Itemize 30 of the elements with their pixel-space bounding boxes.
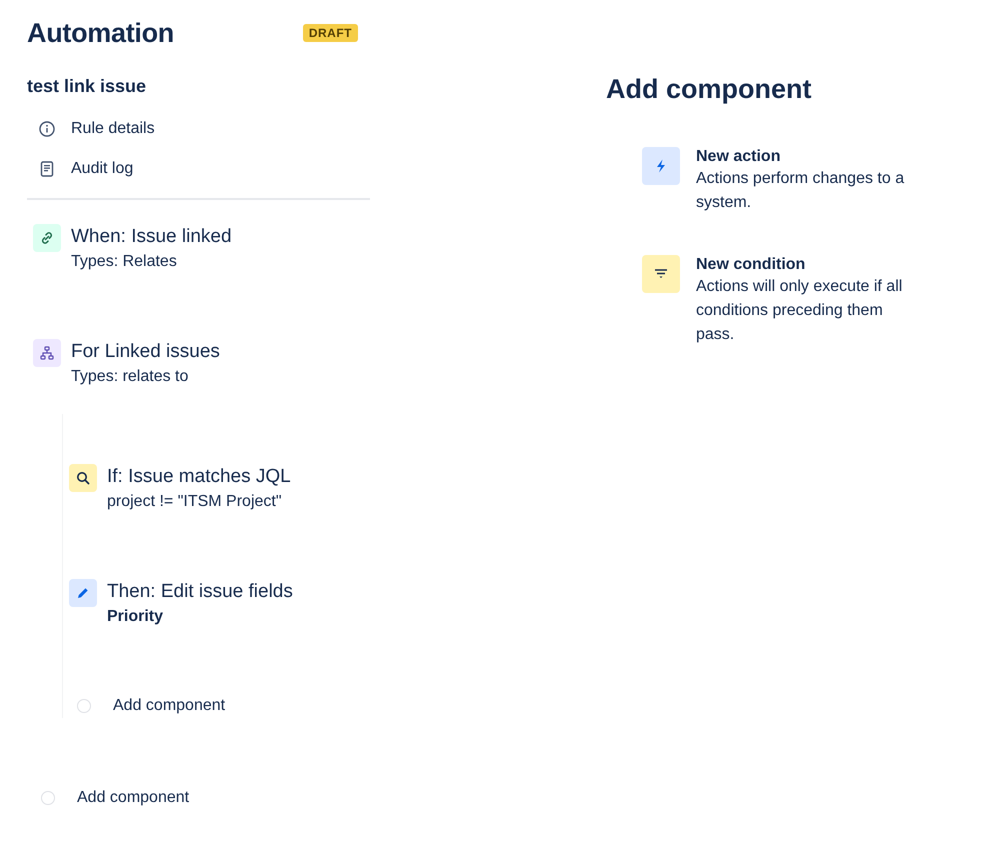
link-icon xyxy=(33,224,61,252)
hierarchy-icon xyxy=(33,339,61,367)
option-description: Actions perform changes to a system. xyxy=(696,169,906,213)
option-description: Actions will only execute if all conditions preceding them pass. xyxy=(696,277,904,345)
add-component-link[interactable]: Add component xyxy=(77,789,190,807)
page-title: Automation xyxy=(27,18,174,48)
step-detail: Types: Relates xyxy=(71,252,178,272)
info-icon xyxy=(39,121,55,137)
document-icon xyxy=(39,161,55,177)
filter-icon xyxy=(642,255,680,293)
step-title[interactable]: If: Issue matches JQL xyxy=(107,464,291,490)
step-title[interactable]: When: Issue linked xyxy=(71,224,232,250)
step-detail: project != "ITSM Project" xyxy=(107,492,283,512)
add-circle-icon xyxy=(77,699,91,713)
option-title[interactable]: New action xyxy=(696,147,924,167)
nav-link[interactable]: Rule details xyxy=(71,120,155,138)
step-title[interactable]: For Linked issues xyxy=(71,339,220,365)
rule-name: test link issue xyxy=(27,76,148,97)
lightning-icon xyxy=(642,147,680,185)
option-title[interactable]: New condition xyxy=(696,255,924,275)
nav-link[interactable]: Audit log xyxy=(71,160,134,178)
search-icon xyxy=(69,464,97,492)
pencil-icon xyxy=(69,579,97,607)
step-detail: Priority xyxy=(107,607,164,627)
step-detail: Types: relates to xyxy=(71,367,190,387)
status-badge: DRAFT xyxy=(302,24,358,42)
panel-title: Add component xyxy=(606,74,812,105)
add-component-link[interactable]: Add component xyxy=(113,697,226,715)
add-circle-icon xyxy=(41,791,55,805)
step-title[interactable]: Then: Edit issue fields xyxy=(107,579,293,605)
